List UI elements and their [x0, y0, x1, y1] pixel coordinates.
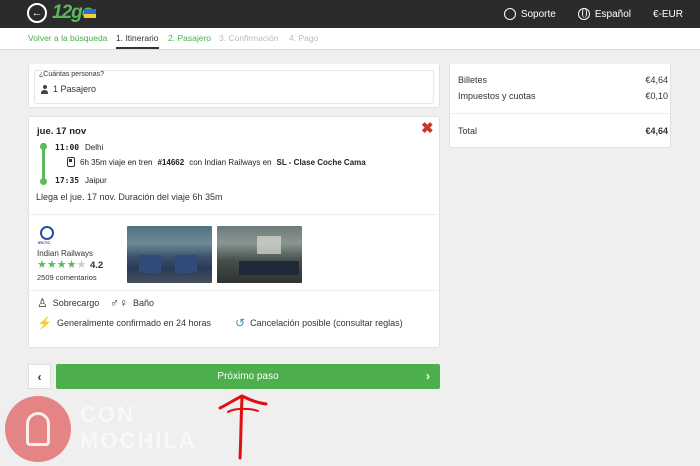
previous-button[interactable]: ‹	[28, 364, 51, 389]
tickets-value: €4,64	[645, 75, 668, 85]
train-photo-1[interactable]	[127, 226, 212, 283]
divider	[28, 290, 440, 291]
restroom-icon: ♂♀	[110, 296, 128, 310]
next-step-button[interactable]: Próximo paso ›	[56, 364, 440, 389]
person-icon	[41, 84, 48, 94]
amenity-attendant: ♙ Sobrecargo	[37, 296, 100, 310]
operator-text: con Indian Railways en	[189, 157, 272, 167]
chevron-right-icon: ›	[426, 369, 430, 383]
top-bar: ← 12go Soporte Español €-EUR	[0, 0, 700, 28]
persons-label: ¿Cuántas personas?	[39, 71, 104, 78]
tickets-label: Billetes	[458, 75, 488, 85]
irctc-logo: IRCTC	[38, 226, 56, 245]
close-icon[interactable]: ✖	[421, 121, 434, 136]
operator-name[interactable]: Indian Railways	[37, 249, 93, 258]
arrival-city: Jaipur	[85, 176, 107, 185]
trip-duration: 6h 35m viaje en tren	[80, 157, 153, 167]
next-step-label: Próximo paso	[217, 371, 279, 382]
taxes-row: Impuestos y cuotas €0,10	[458, 91, 668, 101]
taxes-value: €0,10	[645, 91, 668, 101]
amenity-cancellation[interactable]: ↺ Cancelación posible (consultar reglas)	[235, 317, 403, 329]
train-photo-2[interactable]	[217, 226, 302, 283]
globe-icon	[577, 8, 590, 20]
chevron-left-icon: ‹	[37, 369, 42, 384]
arrival-summary: Llega el jue. 17 nov. Duración del viaje…	[36, 192, 223, 202]
annotation-arrow-icon	[218, 394, 268, 460]
lifebuoy-icon	[503, 8, 516, 20]
step-confirmation: 3. Confirmación	[219, 33, 279, 43]
amenity-restroom: ♂♀ Baño	[110, 296, 155, 310]
step-payment: 4. Pago	[289, 33, 319, 43]
total-value: €4,64	[645, 126, 668, 136]
language-selector[interactable]: Español	[577, 8, 631, 20]
divider	[449, 113, 671, 114]
divider	[28, 214, 440, 215]
arrival-time: 17:35	[55, 176, 80, 185]
persons-value: 1 Pasajero	[53, 84, 97, 94]
tickets-row: Billetes €4,64	[458, 75, 668, 85]
departure-city: Delhi	[85, 143, 104, 152]
currency-selector[interactable]: €-EUR	[653, 9, 683, 20]
language-label: Español	[594, 8, 631, 20]
departure-time: 11:00	[55, 143, 80, 152]
total-label: Total	[458, 126, 478, 136]
watermark-line-1: CON	[80, 402, 135, 427]
support-label: Soporte	[520, 8, 556, 20]
step-itinerary[interactable]: 1. Itinerario	[116, 33, 159, 49]
train-number: #14662	[157, 157, 185, 167]
rating-stars: ★★★★★	[37, 259, 87, 271]
watermark-line-2: MOCHILA	[80, 428, 197, 453]
cancel-policy-icon: ↺	[235, 316, 246, 330]
step-passenger[interactable]: 2. Pasajero	[168, 33, 211, 43]
step-back-to-search[interactable]: Volver a la búsqueda	[28, 33, 107, 43]
arrival-dot	[40, 178, 47, 185]
rating-value: 4.2	[90, 260, 104, 271]
persons-selector[interactable]: ¿Cuántas personas? 1 Pasajero	[34, 70, 434, 104]
amenity-confirmation: ⚡ Generalmente confirmado en 24 horas	[37, 316, 212, 330]
arrow-left-icon[interactable]: ←	[27, 3, 47, 23]
departure-dot	[40, 143, 47, 150]
total-row: Total €4,64	[458, 126, 668, 136]
ukraine-flag-icon	[84, 9, 96, 18]
taxes-label: Impuestos y cuotas	[458, 91, 536, 101]
currency-label: €-EUR	[652, 8, 683, 20]
train-icon	[67, 157, 75, 167]
watermark-logo	[5, 396, 71, 462]
train-details: 6h 35m viaje en tren #14662 con Indian R…	[67, 157, 366, 167]
trip-date: jue. 17 nov	[37, 126, 87, 137]
class-text: SL - Clase Coche Cama	[276, 157, 366, 167]
attendant-icon: ♙	[37, 296, 48, 310]
checkout-steps: Volver a la búsqueda 1. Itinerario 2. Pa…	[0, 28, 700, 50]
no-instant-confirm-icon: ⚡	[37, 316, 52, 330]
support-link[interactable]: Soporte	[503, 8, 556, 20]
reviews-count[interactable]: 2509 comentarios	[37, 273, 97, 282]
